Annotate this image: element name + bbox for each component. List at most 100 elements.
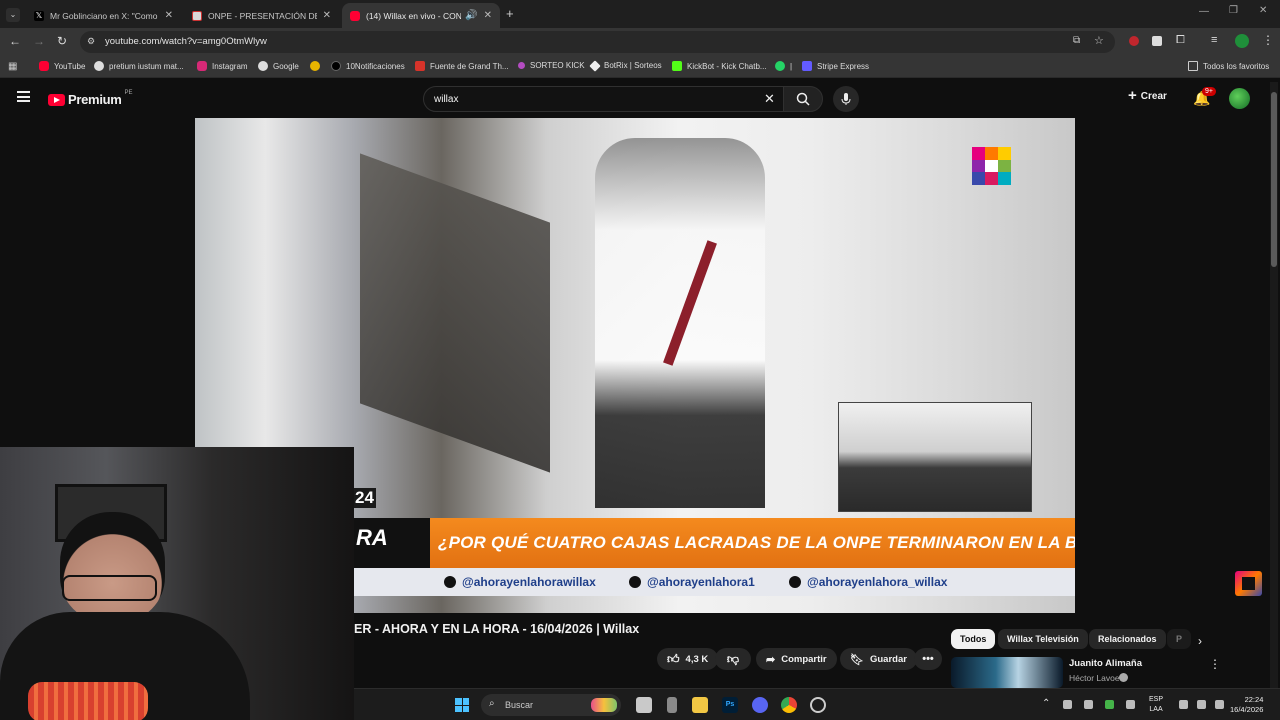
bookmark-youtube[interactable]: YouTube [39,61,85,71]
folder-icon [1188,61,1198,71]
back-arrow-icon[interactable]: ← [9,34,21,48]
extension-icon[interactable] [1152,36,1162,46]
windows-taskbar: ⌕ Buscar Ps ⌃ ESP LAA 22:24 16/4/2026 [354,688,1280,720]
language-code: ESP [1149,696,1164,703]
recommended-video-thumbnail[interactable] [951,657,1063,688]
hamburger-menu-icon[interactable] [17,91,30,102]
extension-red-icon[interactable] [1129,36,1139,46]
tab-willax[interactable]: (14) Willax en vivo - CONTI 🔊 ✕ [342,3,500,28]
share-button[interactable]: ➦ Compartir [756,648,837,670]
tab-list-chevron-icon[interactable]: ⌄ [6,8,20,22]
scrollbar-thumb[interactable] [1271,92,1277,267]
recommended-more-icon[interactable]: ⋮ [1209,657,1221,671]
forward-arrow-icon[interactable]: → [33,34,45,48]
bookmark-grand-theft[interactable]: Fuente de Grand Th... [415,61,509,71]
security-shield-icon[interactable] [1105,700,1114,709]
close-tab-icon[interactable]: ✕ [484,10,492,21]
reading-list-icon[interactable]: ≡ [1211,34,1217,46]
restore-icon[interactable]: ❐ [1229,5,1238,16]
search-button[interactable] [783,86,823,112]
address-bar[interactable]: ⚙ youtube.com/watch?v=amg0OtmWlyw ⧉ ☆ [80,31,1115,53]
account-avatar[interactable] [1229,88,1250,109]
taskbar-search-box[interactable]: ⌕ Buscar [481,694,621,716]
keyboard-language-indicator[interactable]: ESP LAA [1149,695,1163,715]
youtube-play-icon [48,93,65,106]
create-button[interactable]: + Crear [1128,88,1167,103]
chip-more[interactable]: P [1167,629,1192,649]
search-input[interactable]: willax ✕ [423,86,787,112]
bookmark-sorteo-kick[interactable]: SORTEO KICK [518,61,585,70]
chip-related[interactable]: Relacionados [1089,629,1166,649]
bookmark-pretium[interactable]: pretium iustum mat... [94,61,184,71]
notifications-button[interactable]: 🔔 9+ [1193,87,1216,108]
microphone-icon[interactable] [1126,700,1135,709]
chips-next-chevron-icon[interactable]: › [1198,634,1202,648]
profile-avatar[interactable] [1235,34,1249,48]
file-explorer-icon[interactable] [692,697,708,713]
bookmark-botrix[interactable]: BotRix | Sorteos [589,59,662,72]
network-icon[interactable] [1179,700,1188,709]
bookmark-stripe[interactable]: Stripe Express [802,61,869,71]
video-frame-box [360,153,550,473]
cloud-icon[interactable] [1084,700,1093,709]
voice-search-button[interactable] [833,86,859,112]
volume-icon[interactable] [1197,700,1206,709]
widgets-icon[interactable] [667,697,677,713]
youtube-logo[interactable]: Premium PE [48,90,133,107]
chrome-icon[interactable] [781,697,797,713]
ticker-program-word: RA [356,525,388,550]
dislike-button[interactable]: 👎︎ [715,648,751,670]
all-bookmarks[interactable]: Todos los favoritos [1188,61,1269,71]
floating-app-icon[interactable] [1235,571,1262,596]
sync-icon[interactable] [1063,700,1072,709]
bookmark-star-icon[interactable]: ☆ [1094,34,1104,47]
app-icon-red-dot[interactable] [810,697,826,713]
bookmark-notificaciones[interactable]: 10Notificaciones [331,61,405,71]
tiktok-icon [444,576,456,588]
recommended-video-title[interactable]: Juanito Alimaña [1069,658,1142,669]
banner-headline: ¿POR QUÉ CUATRO CAJAS LACRADAS DE LA ONP… [438,533,1075,552]
tiktok-handle: @ahorayenlahorawillax [444,575,596,589]
kick-icon [518,62,525,69]
bookmark-colorful[interactable] [310,61,325,71]
extensions-puzzle-icon[interactable]: ⧠ [1176,34,1185,47]
battery-icon[interactable] [1215,700,1224,709]
discord-icon[interactable] [752,697,768,713]
save-button[interactable]: 🔖︎ Guardar [840,648,917,670]
font-icon [415,61,425,71]
like-button[interactable]: 👍︎ 4,3 K [657,648,719,670]
share-label: Compartir [781,653,827,665]
menu-kebab-icon[interactable]: ⋮ [1262,33,1274,47]
show-hidden-icons-chevron-icon[interactable]: ⌃ [1042,698,1050,709]
chip-willax-tv[interactable]: Willax Televisión [998,629,1088,649]
site-info-icon[interactable]: ⚙ [87,36,95,47]
close-tab-icon[interactable]: ✕ [323,10,331,21]
bookmark-instagram[interactable]: Instagram [197,61,248,71]
bookmark-google[interactable]: Google [258,61,299,71]
clear-search-icon[interactable]: ✕ [764,91,775,107]
new-tab-plus-icon[interactable]: + [506,6,514,21]
bookmark-label: 10Notificaciones [346,61,405,71]
tab-onpe[interactable]: ONPE - PRESENTACIÓN DE RES ✕ [184,3,339,28]
clock-date: 16/4/2026 [1230,705,1264,714]
page-scrollbar[interactable] [1270,82,1278,688]
windows-start-icon[interactable] [455,698,469,712]
chip-all[interactable]: Todos [951,629,996,649]
close-window-icon[interactable]: ✕ [1259,5,1267,16]
install-app-icon[interactable]: ⧉ [1073,35,1080,46]
bookmark-kickbot[interactable]: KickBot - Kick Chatb... [672,61,767,71]
apps-grid-icon[interactable]: ▦ [8,61,17,72]
recommended-video-channel[interactable]: Héctor Lavoe [1069,673,1120,683]
tab-x-post[interactable]: 𝕏 Mr Goblinciano en X: "Como m ✕ [26,3,181,28]
verified-check-icon [1119,673,1128,682]
bookmark-label: pretium iustum mat... [109,61,184,71]
audio-playing-icon[interactable]: 🔊 [465,10,477,21]
clock[interactable]: 22:24 16/4/2026 [1230,695,1263,715]
reload-icon[interactable]: ↻ [57,34,67,48]
photoshop-icon[interactable]: Ps [722,697,738,713]
minimize-icon[interactable]: — [1199,6,1209,17]
more-actions-button[interactable]: ••• [914,648,942,670]
bookmark-whatsapp[interactable]: | [775,61,792,71]
task-view-icon[interactable] [636,697,652,713]
close-tab-icon[interactable]: ✕ [165,10,173,21]
